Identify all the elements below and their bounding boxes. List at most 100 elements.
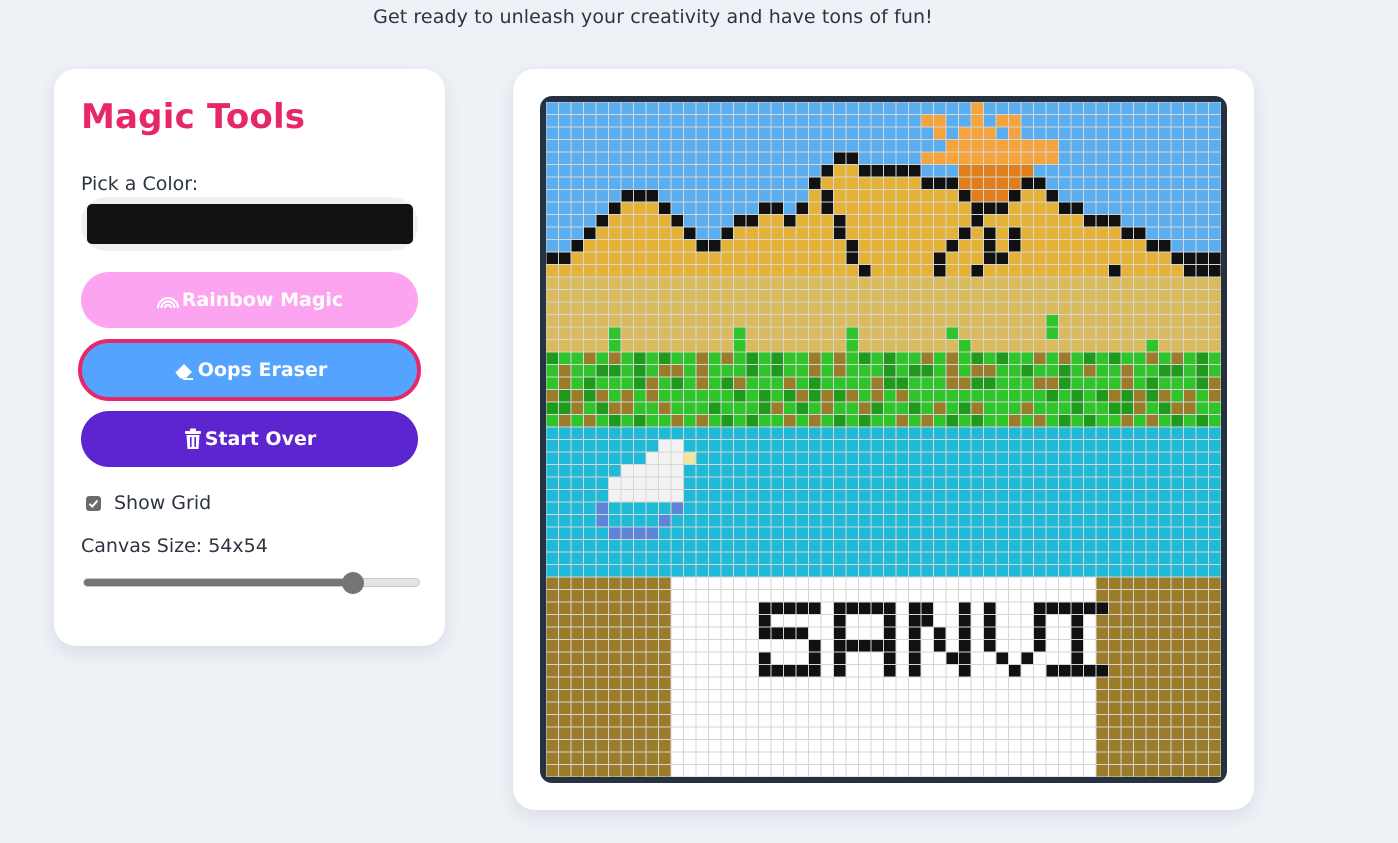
pixel-cell[interactable] — [546, 764, 559, 778]
pixel-cell[interactable] — [833, 439, 847, 453]
pixel-cell[interactable] — [683, 726, 697, 740]
pixel-cell[interactable] — [695, 351, 709, 365]
pixel-cell[interactable] — [895, 276, 909, 290]
pixel-cell[interactable] — [858, 389, 872, 403]
pixel-cell[interactable] — [608, 301, 622, 315]
pixel-cell[interactable] — [558, 464, 572, 478]
pixel-cell[interactable] — [945, 326, 959, 340]
pixel-cell[interactable] — [1120, 476, 1134, 490]
pixel-cell[interactable] — [820, 764, 834, 778]
pixel-cell[interactable] — [845, 239, 859, 253]
pixel-cell[interactable] — [1008, 376, 1022, 390]
pixel-cell[interactable] — [1183, 514, 1197, 528]
pixel-cell[interactable] — [1020, 264, 1034, 278]
pixel-cell[interactable] — [958, 726, 972, 740]
pixel-cell[interactable] — [1195, 339, 1209, 353]
pixel-cell[interactable] — [970, 426, 984, 440]
pixel-cell[interactable] — [758, 339, 772, 353]
pixel-cell[interactable] — [1095, 501, 1109, 515]
pixel-cell[interactable] — [1208, 551, 1222, 565]
pixel-cell[interactable] — [695, 451, 709, 465]
pixel-cell[interactable] — [983, 376, 997, 390]
pixel-cell[interactable] — [1045, 102, 1059, 115]
pixel-cell[interactable] — [1183, 589, 1197, 603]
pixel-cell[interactable] — [795, 464, 809, 478]
pixel-cell[interactable] — [670, 501, 684, 515]
pixel-cell[interactable] — [558, 214, 572, 228]
pixel-cell[interactable] — [833, 639, 847, 653]
pixel-cell[interactable] — [995, 239, 1009, 253]
pixel-cell[interactable] — [720, 289, 734, 303]
pixel-cell[interactable] — [695, 651, 709, 665]
pixel-cell[interactable] — [1183, 226, 1197, 240]
pixel-cell[interactable] — [1058, 214, 1072, 228]
pixel-cell[interactable] — [795, 126, 809, 140]
pixel-cell[interactable] — [908, 251, 922, 265]
pixel-cell[interactable] — [695, 151, 709, 165]
pixel-cell[interactable] — [1145, 226, 1159, 240]
pixel-cell[interactable] — [1183, 539, 1197, 553]
pixel-cell[interactable] — [858, 276, 872, 290]
pixel-cell[interactable] — [1070, 626, 1084, 640]
pixel-cell[interactable] — [920, 189, 934, 203]
pixel-cell[interactable] — [845, 501, 859, 515]
pixel-cell[interactable] — [583, 102, 597, 115]
pixel-cell[interactable] — [970, 289, 984, 303]
pixel-cell[interactable] — [620, 176, 634, 190]
pixel-cell[interactable] — [920, 576, 934, 590]
pixel-cell[interactable] — [670, 564, 684, 578]
pixel-cell[interactable] — [958, 714, 972, 728]
pixel-cell[interactable] — [708, 351, 722, 365]
pixel-cell[interactable] — [895, 151, 909, 165]
pixel-cell[interactable] — [1070, 651, 1084, 665]
pixel-cell[interactable] — [883, 626, 897, 640]
pixel-cell[interactable] — [1033, 439, 1047, 453]
pixel-cell[interactable] — [1033, 589, 1047, 603]
pixel-cell[interactable] — [733, 239, 747, 253]
canvas-size-slider[interactable] — [83, 571, 420, 595]
pixel-cell[interactable] — [945, 564, 959, 578]
pixel-cell[interactable] — [795, 514, 809, 528]
pixel-cell[interactable] — [870, 301, 884, 315]
pixel-cell[interactable] — [1158, 539, 1172, 553]
pixel-cell[interactable] — [608, 489, 622, 503]
pixel-cell[interactable] — [1158, 289, 1172, 303]
pixel-cell[interactable] — [995, 739, 1009, 753]
pixel-cell[interactable] — [1045, 651, 1059, 665]
pixel-cell[interactable] — [1045, 601, 1059, 615]
pixel-cell[interactable] — [670, 401, 684, 415]
pixel-cell[interactable] — [1045, 464, 1059, 478]
pixel-cell[interactable] — [733, 551, 747, 565]
pixel-cell[interactable] — [546, 476, 559, 490]
pixel-cell[interactable] — [1070, 714, 1084, 728]
pixel-cell[interactable] — [1108, 439, 1122, 453]
pixel-cell[interactable] — [1195, 739, 1209, 753]
pixel-cell[interactable] — [546, 351, 559, 365]
pixel-cell[interactable] — [1008, 564, 1022, 578]
pixel-cell[interactable] — [1158, 139, 1172, 153]
pixel-cell[interactable] — [895, 176, 909, 190]
pixel-cell[interactable] — [633, 389, 647, 403]
pixel-cell[interactable] — [546, 626, 559, 640]
pixel-cell[interactable] — [808, 664, 822, 678]
pixel-cell[interactable] — [933, 576, 947, 590]
pixel-cell[interactable] — [1058, 626, 1072, 640]
pixel-cell[interactable] — [883, 326, 897, 340]
pixel-cell[interactable] — [546, 289, 559, 303]
pixel-cell[interactable] — [1195, 651, 1209, 665]
pixel-cell[interactable] — [1083, 551, 1097, 565]
pixel-cell[interactable] — [1195, 551, 1209, 565]
pixel-cell[interactable] — [546, 676, 559, 690]
pixel-cell[interactable] — [720, 464, 734, 478]
pixel-cell[interactable] — [795, 651, 809, 665]
pixel-cell[interactable] — [645, 114, 659, 128]
pixel-cell[interactable] — [1208, 339, 1222, 353]
pixel-cell[interactable] — [683, 176, 697, 190]
pixel-cell[interactable] — [1195, 151, 1209, 165]
pixel-cell[interactable] — [745, 201, 759, 215]
pixel-cell[interactable] — [795, 251, 809, 265]
pixel-cell[interactable] — [658, 439, 672, 453]
pixel-cell[interactable] — [620, 201, 634, 215]
pixel-cell[interactable] — [870, 639, 884, 653]
pixel-cell[interactable] — [1183, 726, 1197, 740]
